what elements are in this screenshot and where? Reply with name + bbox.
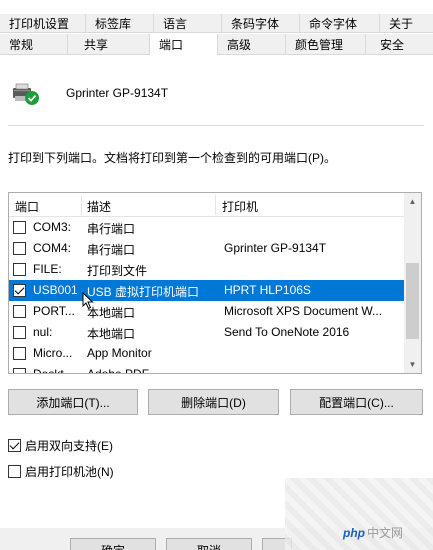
tab-about[interactable]: 关于 bbox=[380, 14, 433, 32]
checkbox-label: 启用打印机池(N) bbox=[25, 465, 114, 479]
cell-port: COM4: bbox=[33, 241, 72, 255]
checkbox-label: 启用双向支持(E) bbox=[25, 439, 113, 453]
delete-port-button[interactable]: 删除端口(D) bbox=[148, 389, 279, 415]
table-row[interactable]: COM3: 串行端口 bbox=[9, 217, 405, 238]
table-row[interactable]: FILE: 打印到文件 bbox=[9, 259, 405, 280]
table-row[interactable]: USB001 USB 虚拟打印机端口 HPRT HLP106S bbox=[9, 280, 405, 301]
watermark: php 中文网 bbox=[343, 524, 403, 541]
tab-general[interactable]: 常规 bbox=[0, 34, 68, 54]
cancel-button[interactable]: 取消 bbox=[166, 538, 252, 550]
button-label: 删除端口(D) bbox=[181, 395, 246, 410]
cell-description: Adobe PDF bbox=[87, 367, 150, 374]
bidirectional-support-checkbox[interactable]: 启用双向支持(E) bbox=[8, 437, 113, 454]
cell-port: Micro... bbox=[33, 346, 73, 360]
watermark-logo: php bbox=[343, 526, 365, 540]
tab-label: 标签库 bbox=[95, 16, 132, 31]
checkbox-box[interactable] bbox=[8, 439, 21, 452]
scroll-down-icon[interactable]: ▼ bbox=[404, 356, 421, 373]
row-checkbox[interactable] bbox=[13, 284, 26, 297]
row-checkbox[interactable] bbox=[13, 242, 26, 255]
tab-color-management[interactable]: 颜色管理 bbox=[286, 34, 366, 54]
cell-printer: HPRT HLP106S bbox=[224, 283, 311, 297]
port-description: 打印到下列端口。文档将打印到第一个检查到的可用端口(P)。 bbox=[8, 151, 336, 165]
cell-description: 本地端口 bbox=[87, 327, 136, 341]
tab-row-top: 打印机设置 标签库 语言 条码字体 命令字体 关于 bbox=[0, 14, 433, 33]
checkbox-box[interactable] bbox=[8, 465, 21, 478]
button-label: 配置端口(C)... bbox=[319, 395, 394, 410]
port-list[interactable]: 端口 描述 打印机 COM3: 串行端口 COM4: 串行端口 Gprinter GP-… bbox=[8, 192, 422, 374]
tab-label: 共享 bbox=[84, 37, 109, 52]
cell-port: nul: bbox=[33, 325, 53, 339]
scroll-up-icon[interactable]: ▲ bbox=[404, 193, 421, 210]
cell-description: 串行端口 bbox=[87, 243, 136, 257]
tab-command-font[interactable]: 命令字体 bbox=[300, 14, 380, 32]
row-checkbox[interactable] bbox=[13, 347, 26, 360]
cell-printer: Microsoft XPS Document W... bbox=[224, 304, 383, 318]
tab-label: 打印机设置 bbox=[9, 16, 70, 31]
table-row[interactable]: Deskt... Adobe PDF bbox=[9, 364, 405, 374]
cell-description: 串行端口 bbox=[87, 222, 136, 236]
tab-label: 常规 bbox=[9, 37, 34, 52]
row-checkbox[interactable] bbox=[13, 221, 26, 234]
row-checkbox[interactable] bbox=[13, 263, 26, 276]
scroll-thumb[interactable] bbox=[406, 263, 419, 339]
cell-description: 本地端口 bbox=[87, 306, 136, 320]
add-port-button[interactable]: 添加端口(T)... bbox=[8, 389, 138, 415]
cell-port: PORT... bbox=[33, 304, 75, 318]
printer-pooling-checkbox[interactable]: 启用打印机池(N) bbox=[8, 463, 114, 480]
table-row[interactable]: COM4: 串行端口 Gprinter GP-9134T bbox=[9, 238, 405, 259]
tab-label: 条码字体 bbox=[231, 16, 280, 31]
mouse-cursor-icon bbox=[82, 292, 94, 310]
table-row[interactable]: nul: 本地端口 Send To OneNote 2016 bbox=[9, 322, 405, 343]
tab-barcode-font[interactable]: 条码字体 bbox=[222, 14, 300, 32]
tab-language[interactable]: 语言 bbox=[154, 14, 222, 32]
table-row[interactable]: Micro... App Monitor bbox=[9, 343, 405, 364]
button-label: 取消 bbox=[197, 542, 221, 550]
tab-label: 语言 bbox=[163, 16, 188, 31]
row-checkbox[interactable] bbox=[13, 326, 26, 339]
cell-description: App Monitor bbox=[87, 346, 152, 360]
tab-row-bottom: 常规 共享 端口 高级 颜色管理 安全 bbox=[0, 34, 433, 56]
ok-button[interactable]: 确定 bbox=[70, 538, 156, 550]
configure-port-button[interactable]: 配置端口(C)... bbox=[290, 389, 423, 415]
tab-label: 关于 bbox=[389, 16, 414, 31]
cell-printer: Send To OneNote 2016 bbox=[224, 325, 350, 339]
header-printer[interactable]: 打印机 bbox=[222, 198, 258, 215]
tab-label: 颜色管理 bbox=[295, 37, 344, 52]
row-checkbox[interactable] bbox=[13, 305, 26, 318]
divider bbox=[8, 125, 424, 126]
row-checkbox[interactable] bbox=[13, 368, 26, 373]
printer-ok-icon bbox=[13, 83, 39, 105]
cell-port: USB001 bbox=[33, 283, 78, 297]
watermark-text: 中文网 bbox=[367, 526, 404, 540]
tab-sharing[interactable]: 共享 bbox=[68, 34, 150, 54]
table-row[interactable]: PORT... 本地端口 Microsoft XPS Document W... bbox=[9, 301, 405, 322]
tab-printer-settings[interactable]: 打印机设置 bbox=[0, 14, 86, 32]
header-description[interactable]: 描述 bbox=[87, 198, 111, 215]
cell-port: FILE: bbox=[33, 262, 62, 276]
button-label: 添加端口(T)... bbox=[36, 395, 110, 410]
tab-label-library[interactable]: 标签库 bbox=[86, 14, 154, 32]
cell-port: COM3: bbox=[33, 220, 72, 234]
button-label: 确定 bbox=[101, 542, 125, 550]
printer-name: Gprinter GP-9134T bbox=[66, 86, 169, 100]
tab-advanced[interactable]: 高级 bbox=[218, 34, 286, 54]
tab-label: 安全 bbox=[380, 37, 405, 52]
list-header: 端口 描述 打印机 bbox=[9, 193, 405, 217]
tab-label: 命令字体 bbox=[309, 16, 358, 31]
vertical-scrollbar[interactable]: ▲ ▼ bbox=[404, 193, 421, 373]
tab-label: 高级 bbox=[227, 37, 252, 52]
cell-port: Deskt... bbox=[33, 367, 74, 374]
cell-description: 打印到文件 bbox=[87, 264, 148, 278]
header-port[interactable]: 端口 bbox=[15, 198, 39, 215]
cell-description: USB 虚拟打印机端口 bbox=[87, 285, 200, 299]
tab-security[interactable]: 安全 bbox=[366, 34, 433, 54]
tab-ports[interactable]: 端口 bbox=[150, 34, 218, 56]
header-divider bbox=[215, 195, 216, 215]
header-divider bbox=[81, 195, 82, 215]
cell-printer: Gprinter GP-9134T bbox=[224, 241, 327, 255]
tab-label: 端口 bbox=[159, 38, 184, 52]
